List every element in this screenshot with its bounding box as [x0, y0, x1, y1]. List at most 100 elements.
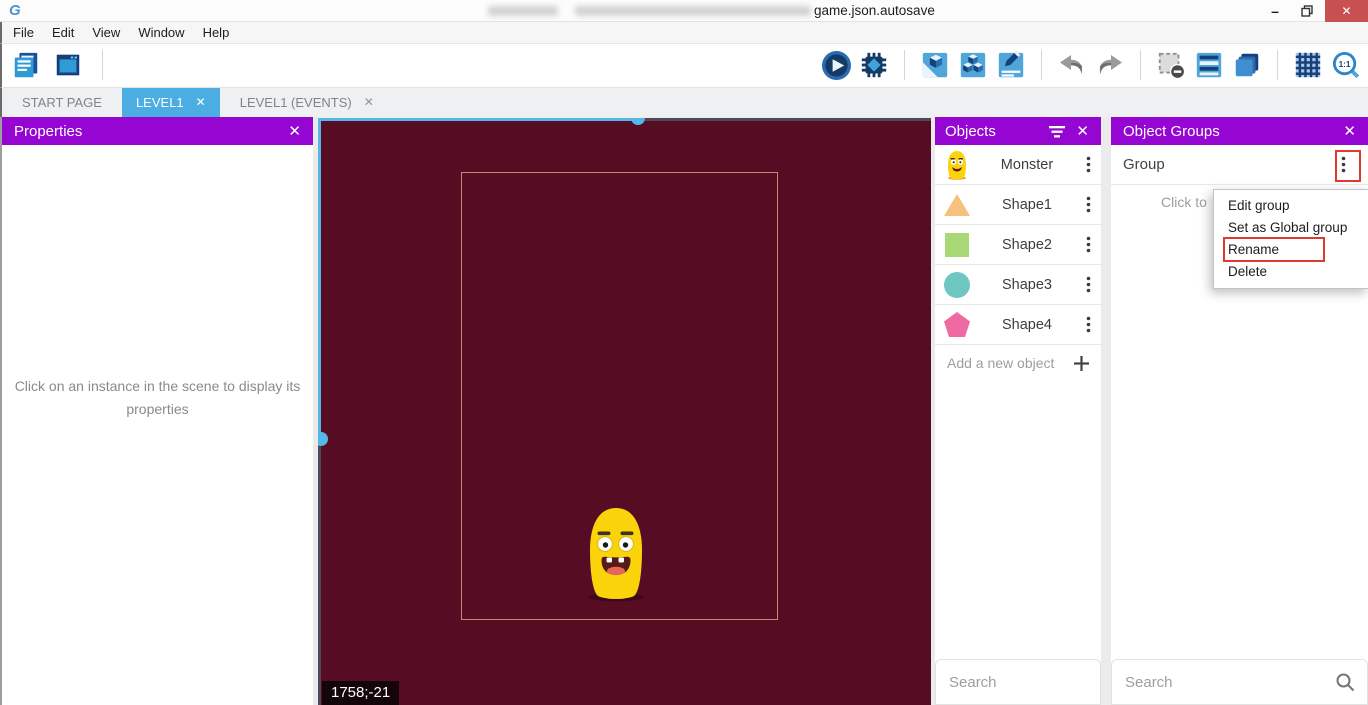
deselect-icon: [1156, 50, 1186, 80]
start-page-icon: [53, 50, 83, 80]
redo-button[interactable]: [1094, 49, 1126, 81]
pentagon-thumbnail-icon: [935, 311, 979, 338]
monster-sprite[interactable]: [580, 504, 652, 602]
minimize-button[interactable]: –: [1262, 0, 1288, 22]
window-title-filename: game.json.autosave: [814, 3, 935, 18]
restore-icon: [1301, 5, 1313, 17]
grid-button[interactable]: [1292, 49, 1324, 81]
properties-close-icon[interactable]: ✕: [288, 117, 301, 145]
main-area: Properties ✕ Click on an instance in the…: [0, 117, 1368, 705]
tab-level1[interactable]: LEVEL1 ✕: [122, 88, 220, 117]
square-thumbnail-icon: [935, 232, 979, 258]
debug-button[interactable]: [858, 49, 890, 81]
edit-scene-properties-button[interactable]: [995, 49, 1027, 81]
window-resize-handle-left[interactable]: [318, 432, 328, 446]
scene-canvas[interactable]: 1758;-21: [318, 118, 931, 705]
play-icon: [821, 50, 852, 81]
add-new-object-button[interactable]: Add a new object: [935, 345, 1101, 381]
tab-level1-events[interactable]: LEVEL1 (EVENTS) ✕: [220, 88, 394, 117]
tab-label: LEVEL1 (EVENTS): [240, 88, 352, 117]
grid-icon: [1293, 50, 1323, 80]
object-name: Monster: [979, 157, 1075, 173]
menu-edit[interactable]: Edit: [43, 22, 83, 43]
object-name: Shape2: [979, 237, 1075, 253]
restore-button[interactable]: [1294, 0, 1320, 22]
menubar: File Edit View Window Help: [0, 22, 1368, 44]
menu-item-edit-group[interactable]: Edit group: [1214, 195, 1368, 217]
object-row-shape3[interactable]: Shape3: [935, 265, 1101, 305]
objects-panel: Objects ✕: [935, 117, 1101, 705]
titlebar: G game.json.autosave – ✕: [0, 0, 1368, 22]
scene-window-border-top-right: [638, 118, 931, 121]
gdevelop-window: G game.json.autosave – ✕ File Edit View …: [0, 0, 1368, 705]
project-manager-button[interactable]: [10, 49, 42, 81]
debug-chip-icon: [859, 50, 889, 80]
cubes-icon: [958, 50, 988, 80]
window-resize-handle-top[interactable]: [631, 118, 645, 125]
object-row-shape4[interactable]: Shape4: [935, 305, 1101, 345]
tab-start-page[interactable]: START PAGE: [2, 88, 122, 117]
undo-button[interactable]: [1056, 49, 1088, 81]
objects-search-box: [935, 659, 1101, 705]
group-menu-kebab-icon[interactable]: [1330, 156, 1356, 173]
close-button[interactable]: ✕: [1325, 0, 1368, 22]
group-name: Group: [1123, 156, 1330, 173]
menu-item-delete[interactable]: Delete: [1214, 261, 1368, 283]
groups-search-box: [1111, 659, 1368, 705]
groups-empty-hint: Click to: [1161, 194, 1207, 210]
filter-icon[interactable]: [1049, 125, 1065, 143]
properties-panel-title: Properties: [14, 123, 82, 140]
object-menu-kebab-icon[interactable]: [1075, 236, 1101, 253]
object-row-shape2[interactable]: Shape2: [935, 225, 1101, 265]
menu-item-rename[interactable]: Rename: [1214, 239, 1368, 261]
instances-list-button[interactable]: [1193, 49, 1225, 81]
toolbar-separator: [102, 50, 103, 80]
layers-button[interactable]: [1231, 49, 1263, 81]
groups-search-input[interactable]: [1112, 674, 1335, 691]
group-context-menu: Edit group Set as Global group Rename De…: [1213, 189, 1368, 289]
object-groups-close-icon[interactable]: ✕: [1343, 117, 1356, 145]
tabbar: START PAGE LEVEL1 ✕ LEVEL1 (EVENTS) ✕: [0, 88, 1368, 117]
blurred-title-segment: [575, 6, 811, 16]
object-name: Shape3: [979, 277, 1075, 293]
page-cube-icon: [920, 50, 950, 80]
menu-view[interactable]: View: [83, 22, 129, 43]
object-menu-kebab-icon[interactable]: [1075, 316, 1101, 333]
zoom-1-1-icon: 1:1: [1331, 50, 1362, 81]
scene-window-border-left-lower: [318, 439, 321, 705]
object-name: Shape1: [979, 197, 1075, 213]
project-manager-icon: [11, 50, 41, 80]
group-row[interactable]: Group: [1111, 145, 1368, 185]
tab-close-icon[interactable]: ✕: [196, 88, 206, 117]
object-menu-kebab-icon[interactable]: [1075, 196, 1101, 213]
start-page-button[interactable]: [52, 49, 84, 81]
redo-icon: [1094, 49, 1126, 81]
undo-icon: [1056, 49, 1088, 81]
circle-thumbnail-icon: [935, 271, 979, 299]
monster-thumbnail-icon: [935, 150, 979, 180]
object-row-monster[interactable]: Monster: [935, 145, 1101, 185]
zoom-original-button[interactable]: 1:1: [1330, 49, 1362, 81]
object-menu-kebab-icon[interactable]: [1075, 156, 1101, 173]
object-row-shape1[interactable]: Shape1: [935, 185, 1101, 225]
object-menu-kebab-icon[interactable]: [1075, 276, 1101, 293]
menu-item-set-global-group[interactable]: Set as Global group: [1214, 217, 1368, 239]
search-icon: [1335, 672, 1355, 692]
gdevelop-logo-icon: G: [9, 2, 27, 20]
objects-close-icon[interactable]: ✕: [1076, 117, 1089, 145]
triangle-thumbnail-icon: [935, 192, 979, 218]
object-groups-panel: Object Groups ✕ Group Click to Edit grou…: [1111, 117, 1368, 705]
clear-selection-button[interactable]: [1155, 49, 1187, 81]
export-object-button[interactable]: [919, 49, 951, 81]
object-groups-panel-title: Object Groups: [1123, 123, 1220, 140]
menu-help[interactable]: Help: [194, 22, 239, 43]
menu-window[interactable]: Window: [129, 22, 193, 43]
tab-close-icon[interactable]: ✕: [364, 88, 374, 117]
toolbar-separator: [1140, 50, 1141, 80]
toolbar-separator: [1277, 50, 1278, 80]
add-objects-button[interactable]: [957, 49, 989, 81]
preview-play-button[interactable]: [820, 49, 852, 81]
toolbar-separator: [904, 50, 905, 80]
menu-file[interactable]: File: [4, 22, 43, 43]
add-new-object-label: Add a new object: [947, 355, 1074, 371]
